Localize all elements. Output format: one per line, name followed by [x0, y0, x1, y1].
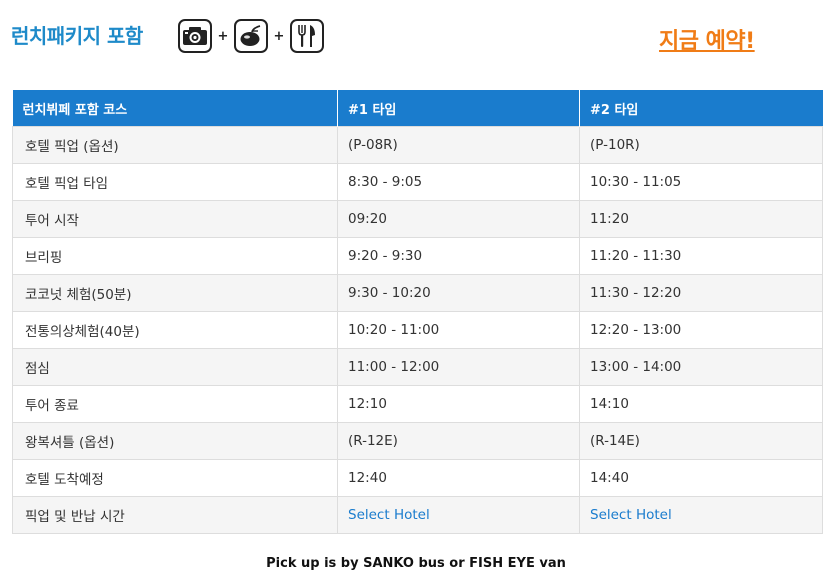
pickup-note: Pick up is by SANKO bus or FISH EYE van: [266, 556, 566, 571]
package-title: 런치패키지 포함: [11, 24, 143, 48]
time-2-cell: 14:10: [579, 385, 823, 423]
row-label: 호텔 픽업 (옵션): [12, 126, 338, 164]
book-now-link[interactable]: 지금 예약!: [659, 23, 755, 55]
time-2-cell: (R-14E): [579, 422, 823, 460]
schedule-table: 런치뷔페 포함 코스 #1 타임 #2 타임 호텔 픽업 (옵션) (P-08R…: [12, 90, 823, 534]
table-header-row: 런치뷔페 포함 코스 #1 타임 #2 타임: [12, 90, 823, 127]
row-label: 코코넛 체험(50분): [12, 274, 338, 312]
column-header-time-1: #1 타임: [337, 90, 580, 127]
table-row: 투어 시작 09:20 11:20: [12, 200, 823, 238]
time-2-cell: 12:20 - 13:00: [579, 311, 823, 349]
row-label: 픽업 및 반납 시간: [12, 496, 338, 534]
row-label: 왕복셔틀 (옵션): [12, 422, 338, 460]
table-row: 호텔 도착예정 12:40 14:40: [12, 459, 823, 497]
row-label: 투어 시작: [12, 200, 338, 238]
plus-sign: +: [273, 28, 285, 44]
table-row: 점심 11:00 - 12:00 13:00 - 14:00: [12, 348, 823, 386]
camera-icon: [178, 19, 212, 53]
time-2-cell: (P-10R): [579, 126, 823, 164]
table-row: 코코넛 체험(50분) 9:30 - 10:20 11:30 - 12:20: [12, 274, 823, 312]
row-label: 점심: [12, 348, 338, 386]
time-1-cell: (R-12E): [337, 422, 580, 460]
row-label: 호텔 도착예정: [12, 459, 338, 497]
column-header-time-2: #2 타임: [579, 90, 823, 127]
column-header-course: 런치뷔페 포함 코스: [12, 90, 338, 127]
time-1-cell: 10:20 - 11:00: [337, 311, 580, 349]
time-2-cell: 11:20: [579, 200, 823, 238]
table-row: 호텔 픽업 타임 8:30 - 9:05 10:30 - 11:05: [12, 163, 823, 201]
select-hotel-link-time-2[interactable]: Select Hotel: [590, 507, 672, 523]
row-label: 호텔 픽업 타임: [12, 163, 338, 201]
select-hotel-cell: Select Hotel: [337, 496, 580, 534]
time-1-cell: 11:00 - 12:00: [337, 348, 580, 386]
time-1-cell: 9:20 - 9:30: [337, 237, 580, 275]
table-row: 호텔 픽업 (옵션) (P-08R) (P-10R): [12, 126, 823, 164]
time-2-cell: 11:20 - 11:30: [579, 237, 823, 275]
row-label: 전통의상체험(40분): [12, 311, 338, 349]
time-1-cell: 12:40: [337, 459, 580, 497]
table-row: 전통의상체험(40분) 10:20 - 11:00 12:20 - 13:00: [12, 311, 823, 349]
fork-knife-icon: [290, 19, 324, 53]
time-1-cell: 09:20: [337, 200, 580, 238]
table-row: 픽업 및 반납 시간 Select Hotel Select Hotel: [12, 496, 823, 534]
time-1-cell: 8:30 - 9:05: [337, 163, 580, 201]
table-row: 브리핑 9:20 - 9:30 11:20 - 11:30: [12, 237, 823, 275]
header: 런치패키지 포함 + + 지금 예약!: [0, 0, 832, 80]
select-hotel-cell: Select Hotel: [579, 496, 823, 534]
time-2-cell: 11:30 - 12:20: [579, 274, 823, 312]
table-row: 왕복셔틀 (옵션) (R-12E) (R-14E): [12, 422, 823, 460]
time-1-cell: 12:10: [337, 385, 580, 423]
time-2-cell: 14:40: [579, 459, 823, 497]
included-icons: + +: [178, 17, 324, 55]
time-1-cell: (P-08R): [337, 126, 580, 164]
row-label: 브리핑: [12, 237, 338, 275]
time-2-cell: 10:30 - 11:05: [579, 163, 823, 201]
select-hotel-link-time-1[interactable]: Select Hotel: [348, 507, 430, 523]
plus-sign: +: [217, 28, 229, 44]
coconut-icon: [234, 19, 268, 53]
time-2-cell: 13:00 - 14:00: [579, 348, 823, 386]
row-label: 투어 종료: [12, 385, 338, 423]
table-row: 투어 종료 12:10 14:10: [12, 385, 823, 423]
time-1-cell: 9:30 - 10:20: [337, 274, 580, 312]
